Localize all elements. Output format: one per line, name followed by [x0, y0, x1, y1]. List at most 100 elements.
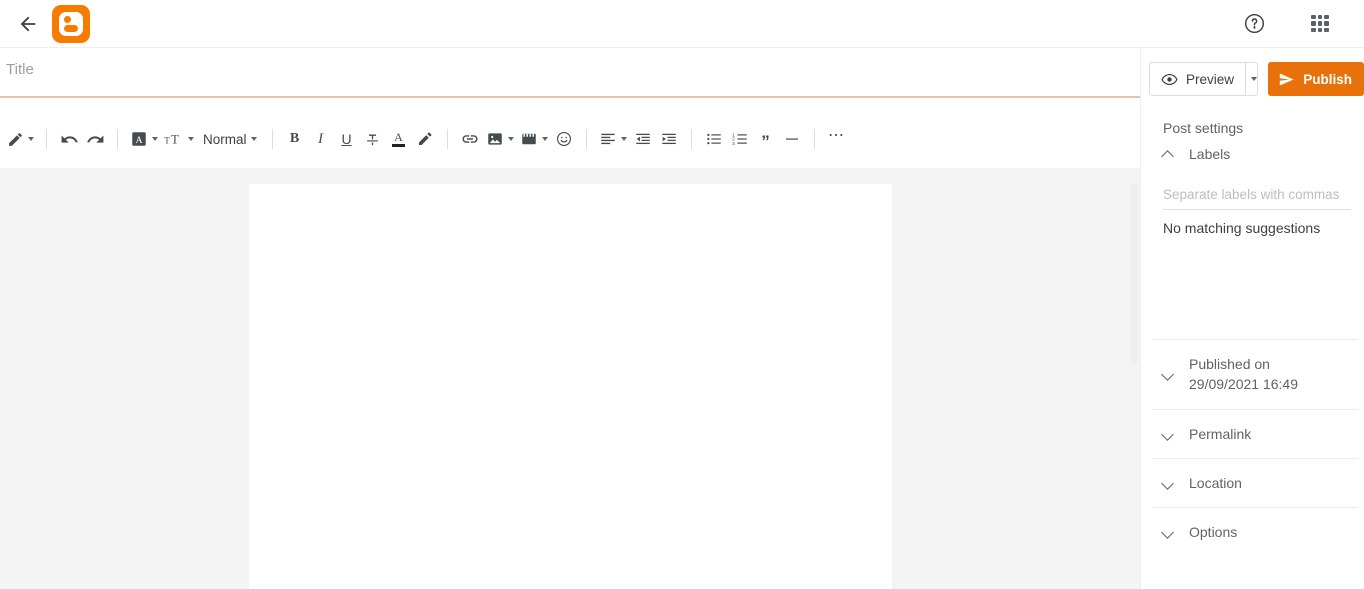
- increase-indent-icon[interactable]: [656, 124, 682, 154]
- top-bar-right-actions: [1232, 2, 1364, 46]
- quote-icon[interactable]: ”: [753, 124, 779, 154]
- sidebar-section-options[interactable]: Options: [1141, 508, 1364, 556]
- post-body-editor[interactable]: [249, 184, 892, 589]
- chevron-down-icon: [1161, 427, 1175, 441]
- decrease-indent-icon[interactable]: [630, 124, 656, 154]
- preview-button-group: Preview: [1149, 62, 1259, 96]
- post-settings-sidebar: Preview Publish Post settings Labels No …: [1140, 48, 1364, 589]
- sidebar-section-published-on[interactable]: Published on 29/09/2021 16:49: [1141, 340, 1364, 409]
- toolbar-group-pen: [4, 124, 37, 154]
- google-apps-button[interactable]: [1298, 2, 1342, 46]
- link-icon[interactable]: [457, 124, 483, 154]
- text-color-glyph: A: [392, 130, 406, 147]
- toolbar-group-align: [596, 124, 682, 154]
- outdent-icon: [635, 133, 650, 145]
- horizontal-rule-icon[interactable]: [779, 124, 805, 154]
- paragraph-style-label: Normal: [203, 131, 247, 147]
- sidebar-section-location[interactable]: Location: [1141, 459, 1364, 507]
- paragraph-style-dropdown[interactable]: Normal: [197, 124, 263, 154]
- toolbar-group-insert: [457, 124, 577, 154]
- toolbar-separator: [46, 129, 47, 149]
- bullet-list-icon: [706, 133, 721, 145]
- undo-arrow-icon: [61, 135, 78, 143]
- publish-button-label: Publish: [1303, 71, 1352, 87]
- location-label: Location: [1189, 474, 1242, 491]
- align-icon[interactable]: [596, 124, 630, 154]
- bold-icon[interactable]: B: [282, 124, 308, 154]
- help-button[interactable]: [1232, 2, 1276, 46]
- image-icon[interactable]: [483, 124, 517, 154]
- chevron-down-icon: [28, 137, 34, 141]
- text-color-letter: A: [394, 130, 403, 144]
- sidebar-section-labels[interactable]: Labels: [1141, 136, 1364, 172]
- underline-icon[interactable]: U: [334, 124, 360, 154]
- preview-button[interactable]: Preview: [1150, 63, 1245, 95]
- text-size-icon: T T: [164, 133, 179, 147]
- numbered-list-icon[interactable]: 1 2 3: [727, 124, 753, 154]
- pencil-icon: [9, 132, 22, 146]
- chevron-down-icon: [1161, 476, 1175, 490]
- send-icon: [1280, 72, 1294, 86]
- text-color-icon[interactable]: A: [386, 124, 412, 154]
- emoji-icon[interactable]: [551, 124, 577, 154]
- svg-text:A: A: [135, 135, 142, 146]
- published-on-value: 29/09/2021 16:49: [1189, 376, 1298, 393]
- post-settings-heading: Post settings: [1163, 120, 1244, 136]
- toolbar-separator: [271, 129, 273, 149]
- editor-scrollbar[interactable]: [1130, 184, 1140, 589]
- permalink-label: Permalink: [1189, 425, 1252, 442]
- pen-icon[interactable]: [4, 124, 37, 154]
- chevron-down-icon: [620, 137, 627, 141]
- redo-arrow-icon: [86, 135, 103, 143]
- ordered-list-icon: 1 2 3: [732, 132, 747, 147]
- strikethrough-icon[interactable]: [360, 124, 386, 154]
- toolbar-group-lists: 1 2 3 ”: [701, 124, 805, 154]
- help-icon: [1244, 13, 1264, 34]
- toolbar-group-typography: A T T Normal: [127, 124, 263, 154]
- labels-input[interactable]: [1163, 184, 1351, 210]
- toolbar-separator: [690, 129, 692, 149]
- indent-icon: [661, 133, 676, 145]
- toolbar-separator: [446, 129, 448, 149]
- more-options-icon[interactable]: ⋯: [824, 124, 850, 154]
- highlight-icon[interactable]: [412, 124, 438, 154]
- toolbar-separator: [117, 129, 118, 149]
- post-title-input[interactable]: [0, 50, 1140, 98]
- chevron-down-icon: [250, 137, 257, 141]
- publish-button[interactable]: Publish: [1268, 62, 1364, 96]
- video-icon[interactable]: [517, 124, 551, 154]
- svg-text:T: T: [171, 133, 179, 147]
- toolbar-group-more: ⋯: [824, 124, 850, 154]
- back-arrow-icon: [20, 16, 36, 31]
- chevron-up-icon: [1161, 147, 1175, 161]
- smiley-face-icon: [556, 131, 571, 147]
- picture-icon: [487, 133, 502, 145]
- bulleted-list-icon[interactable]: [701, 124, 727, 154]
- preview-button-label: Preview: [1186, 71, 1235, 87]
- published-on-text: Published on 29/09/2021 16:49: [1189, 354, 1298, 395]
- chevron-down-icon: [1161, 525, 1175, 539]
- labels-section-label: Labels: [1189, 146, 1231, 162]
- strikethrough-glyph-icon: [367, 134, 378, 145]
- svg-text:3: 3: [732, 141, 735, 147]
- top-app-bar: [0, 0, 1364, 48]
- redo-icon[interactable]: [82, 124, 108, 154]
- back-button[interactable]: [8, 4, 48, 44]
- font-family-icon[interactable]: A: [127, 124, 161, 154]
- chain-link-icon: [462, 135, 478, 143]
- font-box-icon: A: [132, 132, 146, 146]
- preview-dropdown-button[interactable]: [1245, 63, 1257, 95]
- scrollbar-thumb[interactable]: [1131, 184, 1138, 364]
- svg-text:T: T: [164, 136, 170, 146]
- chevron-down-icon: [152, 137, 158, 141]
- toolbar-group-history: [56, 124, 108, 154]
- sidebar-section-permalink[interactable]: Permalink: [1141, 410, 1364, 458]
- blogger-logo[interactable]: [52, 4, 90, 43]
- toolbar-separator: [813, 129, 815, 149]
- chevron-down-icon: [1161, 367, 1175, 381]
- chevron-down-icon: [188, 137, 194, 141]
- italic-icon[interactable]: I: [308, 124, 334, 154]
- marker-pen-icon: [418, 132, 431, 145]
- font-size-icon[interactable]: T T: [161, 124, 197, 154]
- undo-icon[interactable]: [56, 124, 82, 154]
